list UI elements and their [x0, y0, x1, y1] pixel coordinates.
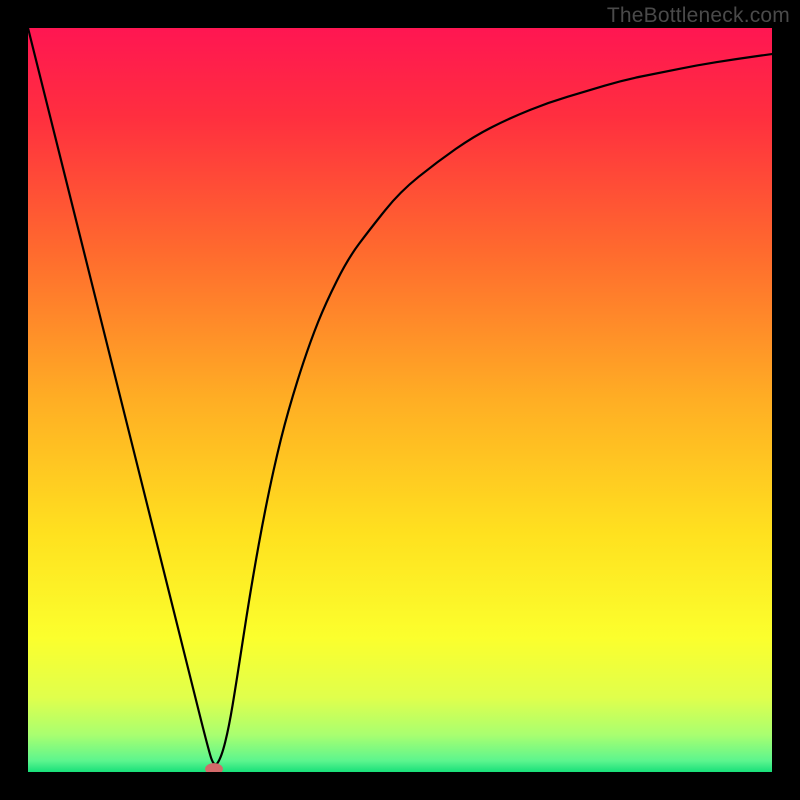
- watermark-text: TheBottleneck.com: [607, 4, 790, 28]
- chart-frame: TheBottleneck.com: [0, 0, 800, 800]
- gradient-background: [28, 28, 772, 772]
- plot-area: [28, 28, 772, 772]
- chart-svg: [28, 28, 772, 772]
